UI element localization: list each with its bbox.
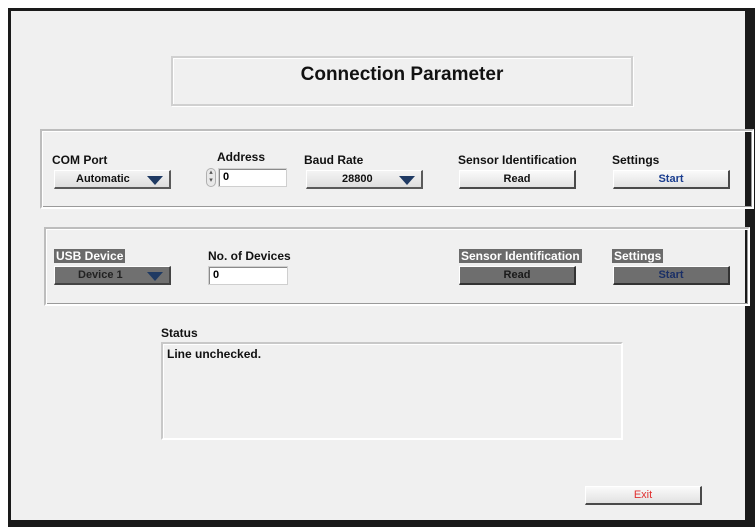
main-panel: Connection Parameter COM Port Automatic … (11, 11, 754, 520)
status-text: Line unchecked. (167, 347, 262, 361)
read-button[interactable]: Read (459, 170, 576, 189)
usb-sensor-identification-label: Sensor Identification (459, 249, 582, 263)
exit-button[interactable]: Exit (585, 486, 702, 505)
sensor-identification-label: Sensor Identification (458, 153, 577, 167)
com-port-value: Automatic (76, 173, 130, 185)
com-port-dropdown[interactable]: Automatic (54, 170, 171, 189)
usb-start-button: Start (613, 266, 730, 285)
page-title: Connection Parameter (300, 64, 504, 85)
chevron-down-icon (147, 272, 163, 281)
baud-rate-label: Baud Rate (304, 153, 364, 167)
serial-connection-group (40, 129, 754, 209)
chevron-down-icon (399, 176, 415, 185)
baud-rate-value: 28800 (342, 173, 373, 185)
start-button[interactable]: Start (613, 170, 730, 189)
com-port-label: COM Port (52, 153, 108, 167)
usb-device-value: Device 1 (78, 269, 123, 281)
baud-rate-dropdown[interactable]: 28800 (306, 170, 423, 189)
usb-device-dropdown: Device 1 (54, 266, 171, 285)
title-box: Connection Parameter (171, 56, 633, 106)
num-devices-label: No. of Devices (208, 249, 291, 263)
address-input[interactable]: 0 (218, 168, 287, 187)
status-box: Line unchecked. (161, 342, 623, 440)
status-label: Status (161, 326, 198, 340)
usb-read-button: Read (459, 266, 576, 285)
address-spinner[interactable]: ▴ ▾ (206, 168, 216, 187)
chevron-down-icon (147, 176, 163, 185)
num-devices-field: 0 (208, 266, 288, 285)
usb-device-label: USB Device (54, 249, 126, 263)
usb-settings-label: Settings (612, 249, 664, 263)
address-label: Address (217, 150, 266, 164)
settings-label: Settings (612, 153, 660, 167)
